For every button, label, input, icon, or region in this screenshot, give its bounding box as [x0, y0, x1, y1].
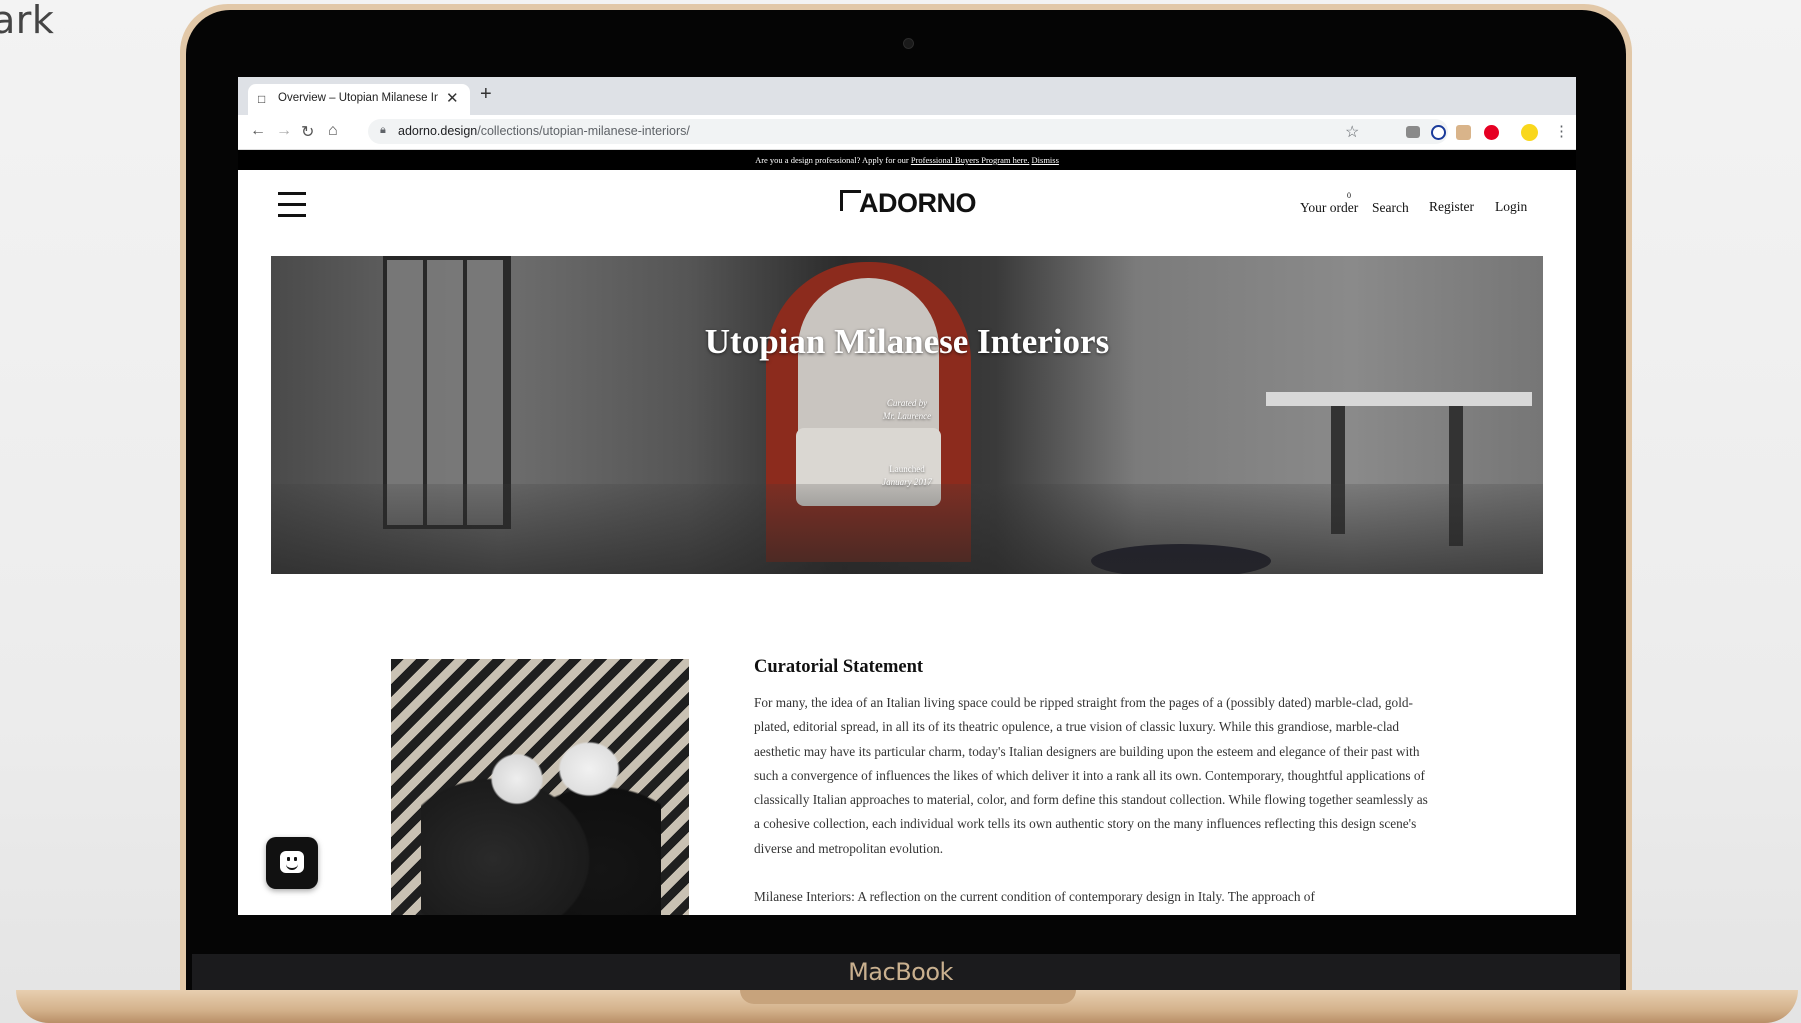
hero-banner: Utopian Milanese Interiors Curated by Mr… — [271, 256, 1543, 574]
logo-mark-icon — [840, 190, 861, 211]
laptop-screen: □ Overview – Utopian Milanese Interiors … — [238, 77, 1576, 915]
browser-tab-strip: □ Overview – Utopian Milanese Interiors … — [238, 77, 1576, 115]
site-logo[interactable]: ADORNO — [840, 188, 977, 219]
launch-date: January 2017 — [882, 477, 932, 487]
lock-icon[interactable]: 🔒︎ — [380, 124, 386, 137]
browser-menu-icon[interactable]: ⋮ — [1554, 122, 1569, 140]
forward-arrow-icon[interactable]: → — [276, 122, 292, 140]
chat-eye — [294, 857, 297, 861]
tab-title: Overview – Utopian Milanese Interiors — [278, 92, 438, 104]
search-link[interactable]: Search — [1372, 200, 1409, 216]
collection-title: Utopian Milanese Interiors — [704, 322, 1110, 361]
adorno-favicon-icon: □ — [258, 92, 266, 106]
browser-toolbar: ← → ↻ ⌂ 🔒︎ adorno.design/collections/uto… — [238, 115, 1576, 150]
url-domain: adorno.design — [398, 124, 478, 138]
extension-icon[interactable] — [1456, 125, 1471, 140]
partial-backdrop-text: ark — [0, 0, 55, 42]
statement-body-continued: Milanese Interiors: A reflection on the … — [754, 889, 1315, 904]
url-text: adorno.design/collections/utopian-milane… — [398, 124, 690, 138]
dismiss-link[interactable]: Dismiss — [1032, 155, 1059, 165]
close-tab-icon[interactable]: ✕ — [446, 89, 459, 107]
launched-label: Launched — [889, 464, 925, 474]
promo-link[interactable]: Professional Buyers Program here. — [911, 155, 1030, 165]
address-bar[interactable]: 🔒︎ adorno.design/collections/utopian-mil… — [368, 119, 1448, 144]
pinterest-icon[interactable] — [1484, 125, 1499, 140]
chat-mouth — [286, 863, 298, 870]
block-icon[interactable] — [1431, 125, 1446, 140]
curated-label: Curated by — [886, 398, 928, 408]
browser-tab[interactable]: □ Overview – Utopian Milanese Interiors … — [248, 84, 470, 115]
chat-eye — [287, 857, 290, 861]
hamburger-line — [278, 192, 306, 195]
your-order-link[interactable]: Your order — [1300, 200, 1358, 216]
chat-widget-button[interactable] — [266, 837, 318, 889]
camera-icon[interactable] — [1406, 126, 1420, 138]
reload-icon[interactable]: ↻ — [301, 122, 314, 142]
site-header: ADORNO Your order 0 Search Register Logi… — [238, 170, 1576, 250]
device-brand-label: MacBook — [848, 958, 953, 986]
curator-name: Mr. Laurence — [882, 411, 932, 421]
home-icon[interactable]: ⌂ — [328, 122, 338, 140]
new-tab-button[interactable]: + — [480, 83, 492, 106]
url-path: /collections/utopian-milanese-interiors/ — [477, 124, 690, 138]
login-link[interactable]: Login — [1495, 199, 1527, 215]
statement-body: For many, the idea of an Italian living … — [754, 695, 1428, 856]
promo-text: Are you a design professional? Apply for… — [755, 155, 909, 165]
curator-photo — [391, 659, 689, 915]
logo-text: ADORNO — [859, 188, 977, 218]
register-link[interactable]: Register — [1429, 199, 1474, 215]
photo-people-shape — [421, 719, 661, 915]
hamburger-menu-icon[interactable] — [278, 192, 306, 220]
back-arrow-icon[interactable]: ← — [250, 122, 266, 140]
order-count-badge: 0 — [1347, 191, 1351, 200]
hero-floor-shape — [271, 484, 1543, 574]
webcam-icon — [903, 38, 914, 49]
laptop-hinge-notch — [740, 990, 1076, 1004]
note-icon[interactable] — [1521, 124, 1538, 141]
bookmark-star-icon[interactable]: ☆ — [1345, 122, 1359, 142]
hamburger-line — [278, 214, 306, 217]
statement-heading: Curatorial Statement — [754, 657, 924, 677]
hamburger-line — [278, 203, 306, 206]
chat-smiley-icon — [280, 851, 304, 873]
promo-banner: Are you a design professional? Apply for… — [238, 150, 1576, 170]
